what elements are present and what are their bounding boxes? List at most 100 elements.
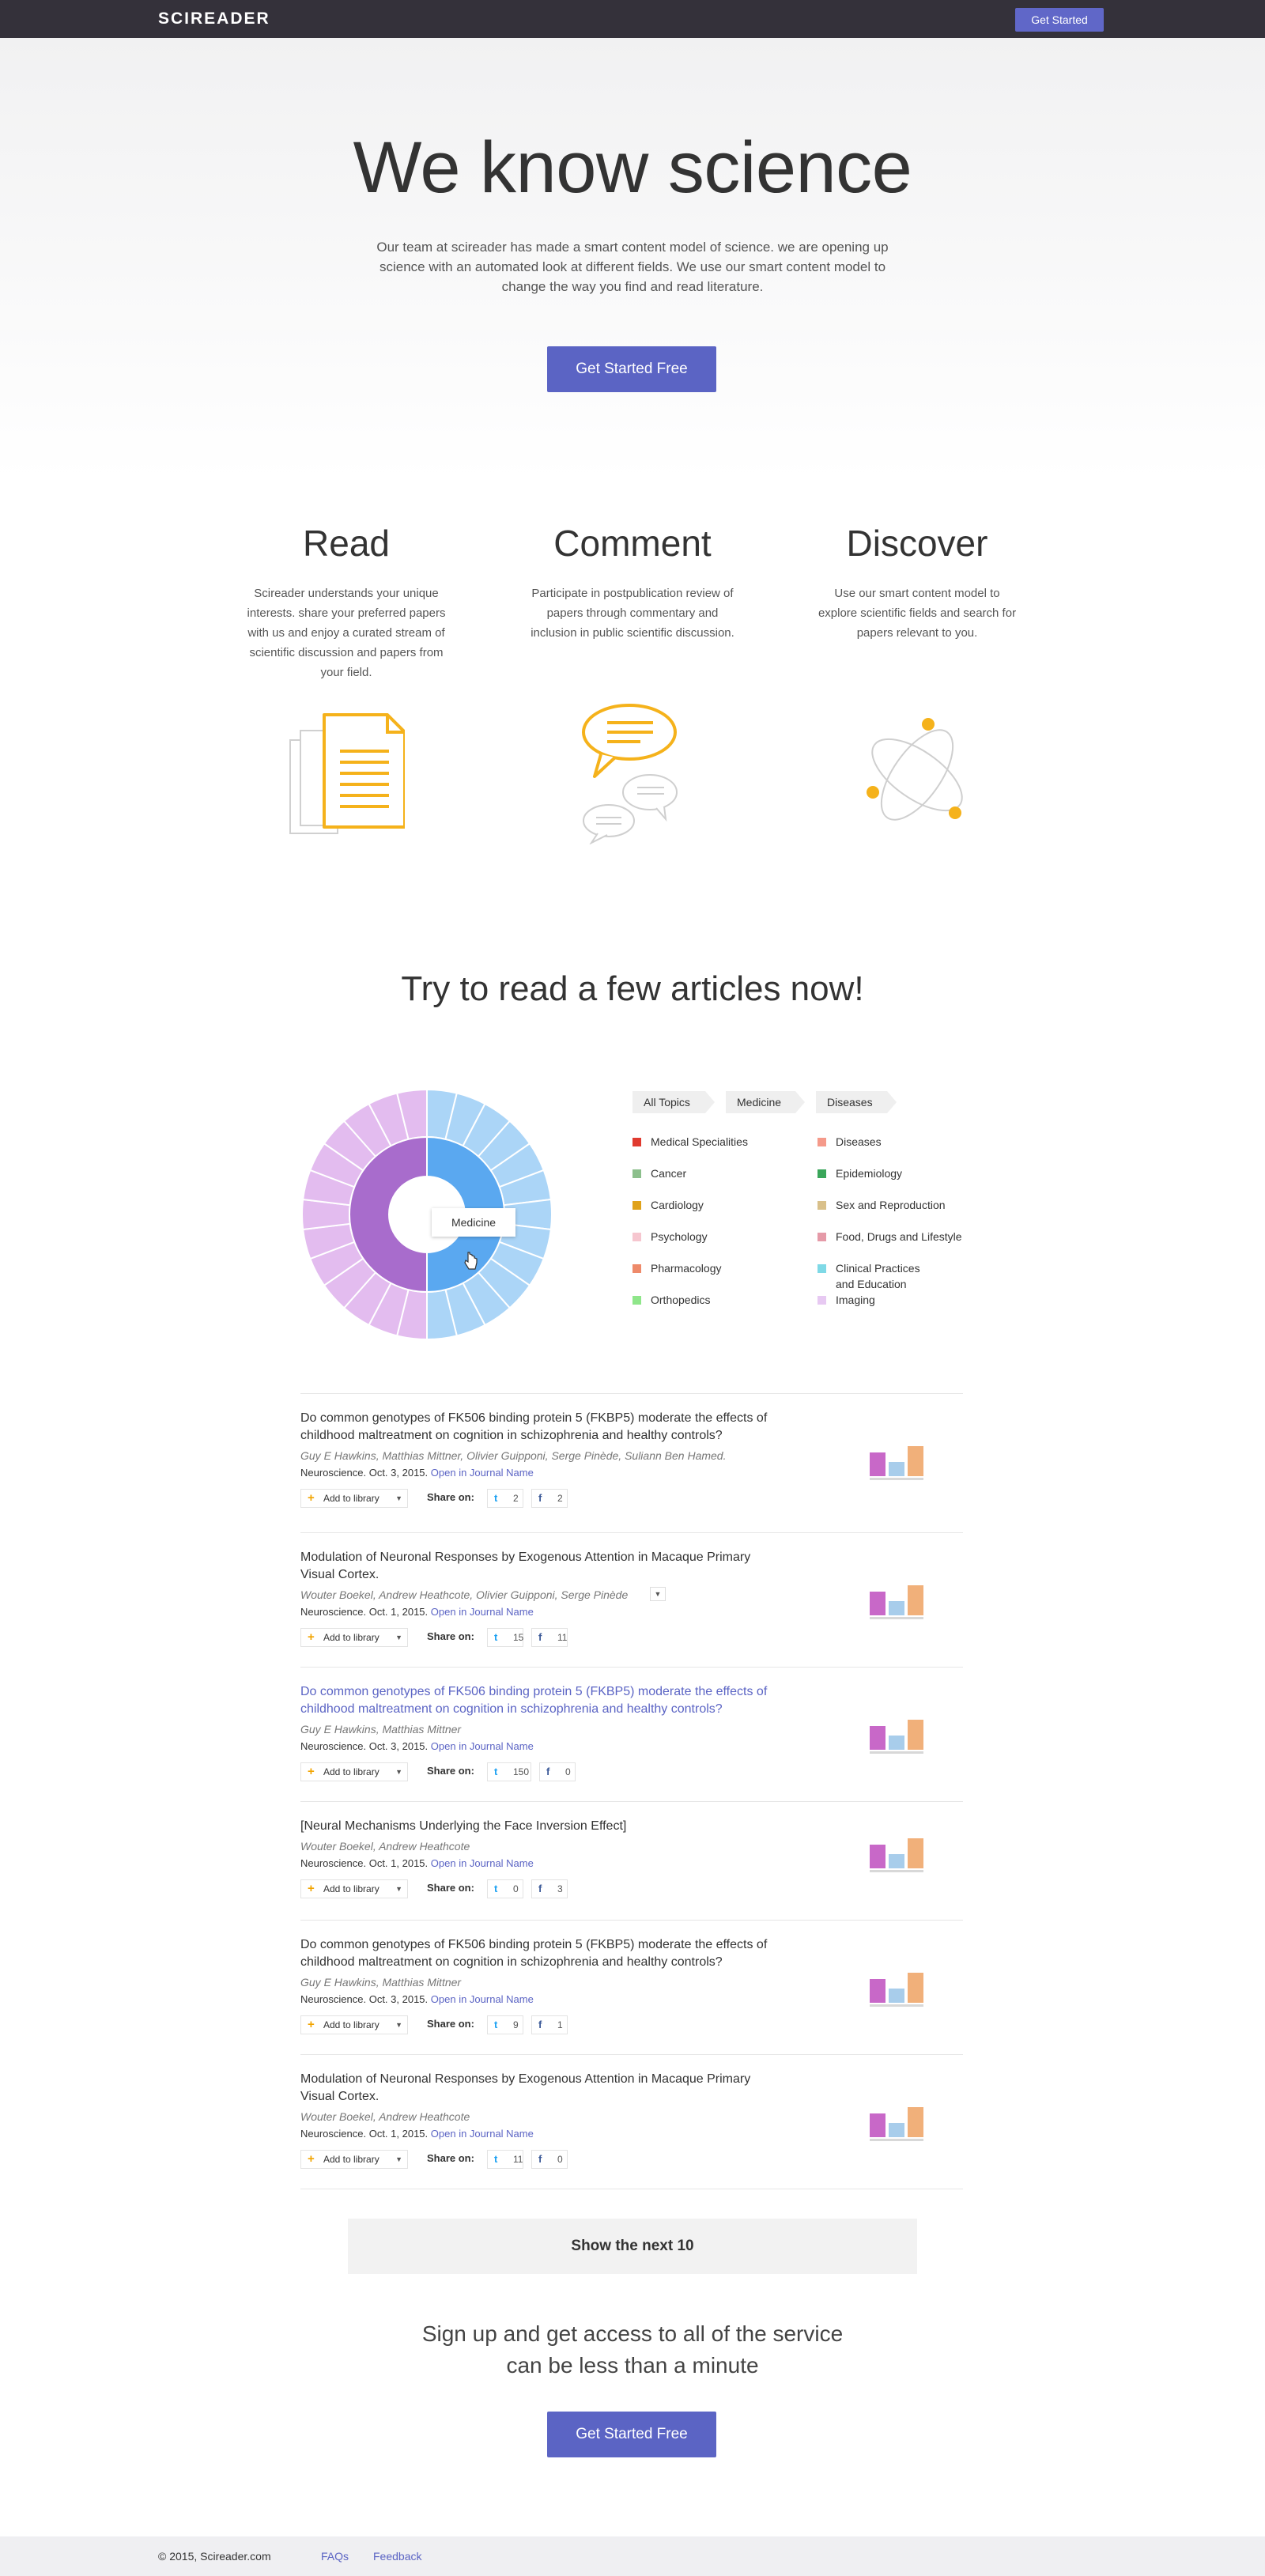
plus-icon: + bbox=[308, 1882, 315, 1895]
caret-down-icon: ▼ bbox=[395, 2155, 402, 2163]
footer: © 2015, Scireader.com FAQs Feedback bbox=[0, 2536, 1265, 2576]
legend-label: Clinical Practices and Education bbox=[836, 1262, 920, 1290]
breadcrumb-diseases[interactable]: Diseases bbox=[816, 1091, 897, 1113]
article-title[interactable]: Do common genotypes of FK506 binding pro… bbox=[300, 1683, 775, 1718]
get-started-button[interactable]: Get Started bbox=[1015, 8, 1104, 32]
legend-swatch bbox=[818, 1233, 826, 1241]
twitter-count: 2 bbox=[513, 1493, 519, 1504]
article-title[interactable]: Modulation of Neuronal Responses by Exog… bbox=[300, 1549, 775, 1584]
signup-get-started-button[interactable]: Get Started Free bbox=[547, 2412, 716, 2457]
twitter-share-button[interactable]: t 150 bbox=[487, 1762, 531, 1781]
article-actions: + Add to library ▼ Share on: t 150 f 0 bbox=[300, 1762, 632, 1781]
article-topic-chart-icon bbox=[870, 1720, 923, 1754]
article-date: Neuroscience. Oct. 3, 2015. bbox=[300, 1467, 429, 1479]
hand-cursor-icon bbox=[464, 1252, 478, 1270]
add-to-library-button[interactable]: + Add to library ▼ bbox=[300, 1628, 408, 1647]
legend-swatch bbox=[632, 1169, 641, 1178]
journal-link[interactable]: Open in Journal Name bbox=[431, 1606, 534, 1618]
add-to-library-label: Add to library bbox=[323, 1493, 380, 1504]
more-authors-dropdown[interactable]: ▼ bbox=[650, 1587, 666, 1601]
facebook-share-button[interactable]: f 11 bbox=[531, 1628, 568, 1647]
twitter-count: 150 bbox=[513, 1766, 530, 1777]
breadcrumb-all-topics[interactable]: All Topics bbox=[632, 1091, 715, 1113]
footer-link-faqs[interactable]: FAQs bbox=[321, 2536, 349, 2576]
twitter-share-button[interactable]: t 15 bbox=[487, 1628, 523, 1647]
logo[interactable]: SCIREADER bbox=[158, 9, 270, 28]
add-to-library-button[interactable]: + Add to library ▼ bbox=[300, 1879, 408, 1898]
facebook-icon: f bbox=[538, 2153, 542, 2165]
journal-link[interactable]: Open in Journal Name bbox=[431, 1993, 534, 2005]
legend-label: Cardiology bbox=[651, 1199, 704, 1211]
plus-icon: + bbox=[308, 2018, 315, 2031]
twitter-icon: t bbox=[494, 2153, 498, 2165]
add-to-library-label: Add to library bbox=[323, 1632, 380, 1643]
facebook-share-button[interactable]: f0 bbox=[531, 2150, 568, 2169]
article-title[interactable]: Do common genotypes of FK506 binding pro… bbox=[300, 1936, 775, 1971]
journal-link[interactable]: Open in Journal Name bbox=[431, 1467, 534, 1479]
article-authors: Wouter Boekel, Andrew Heathcote bbox=[300, 1840, 470, 1853]
twitter-share-button[interactable]: t9 bbox=[487, 2015, 523, 2034]
twitter-icon: t bbox=[494, 1883, 498, 1894]
twitter-count: 11 bbox=[513, 2154, 523, 2165]
twitter-icon: t bbox=[494, 1492, 498, 1504]
legend-swatch bbox=[818, 1296, 826, 1305]
add-to-library-button[interactable]: + Add to library ▼ bbox=[300, 2015, 408, 2034]
twitter-count: 15 bbox=[513, 1632, 524, 1643]
feature-comment: Comment Participate in postpublication r… bbox=[530, 522, 735, 643]
article-date: Neuroscience. Oct. 1, 2015. bbox=[300, 2128, 429, 2140]
article-item: [Neural Mechanisms Underlying the Face I… bbox=[300, 1801, 963, 1920]
feature-text: Participate in postpublication review of… bbox=[531, 587, 734, 640]
legend-label: Orthopedics bbox=[651, 1294, 711, 1306]
show-next-button[interactable]: Show the next 10 bbox=[348, 2219, 917, 2274]
twitter-icon: t bbox=[494, 1631, 498, 1643]
article-title[interactable]: Modulation of Neuronal Responses by Exog… bbox=[300, 2071, 775, 2106]
top-nav: SCIREADER Get Started bbox=[0, 0, 1265, 38]
facebook-count: 11 bbox=[557, 1632, 568, 1643]
twitter-share-button[interactable]: t 11 bbox=[487, 2150, 523, 2169]
plus-icon: + bbox=[308, 1765, 315, 1778]
article-title[interactable]: Do common genotypes of FK506 binding pro… bbox=[300, 1410, 775, 1445]
facebook-count: 3 bbox=[557, 1883, 563, 1894]
breadcrumb-medicine[interactable]: Medicine bbox=[726, 1091, 805, 1113]
topic-sunburst-chart[interactable] bbox=[300, 1088, 553, 1341]
journal-link[interactable]: Open in Journal Name bbox=[431, 1857, 534, 1869]
share-label: Share on: bbox=[427, 1765, 474, 1777]
article-date: Neuroscience. Oct. 1, 2015. bbox=[300, 1857, 429, 1869]
journal-link[interactable]: Open in Journal Name bbox=[431, 2128, 534, 2140]
facebook-share-button[interactable]: f1 bbox=[531, 2015, 568, 2034]
footer-link-feedback[interactable]: Feedback bbox=[373, 2536, 421, 2576]
share-label: Share on: bbox=[427, 1630, 474, 1642]
twitter-share-button[interactable]: t0 bbox=[487, 1879, 523, 1898]
article-actions: + Add to library ▼ Share on: t 15 f 11 bbox=[300, 1628, 632, 1647]
article-title[interactable]: [Neural Mechanisms Underlying the Face I… bbox=[300, 1818, 775, 1835]
article-meta: Neuroscience. Oct. 3, 2015. Open in Jour… bbox=[300, 1993, 534, 2005]
article-date: Neuroscience. Oct. 1, 2015. bbox=[300, 1606, 429, 1618]
legend-label: Psychology bbox=[651, 1230, 708, 1243]
add-to-library-button[interactable]: + Add to library ▼ bbox=[300, 1762, 408, 1781]
articles-section-title: Try to read a few articles now! bbox=[401, 969, 864, 1008]
facebook-share-button[interactable]: f2 bbox=[531, 1489, 568, 1508]
article-meta: Neuroscience. Oct. 1, 2015. Open in Jour… bbox=[300, 1606, 534, 1618]
caret-down-icon: ▼ bbox=[395, 1634, 402, 1641]
feature-text: Use our smart content model to explore s… bbox=[818, 587, 1017, 640]
facebook-share-button[interactable]: f0 bbox=[539, 1762, 576, 1781]
caret-down-icon: ▼ bbox=[395, 2021, 402, 2029]
add-to-library-button[interactable]: + Add to library ▼ bbox=[300, 1489, 408, 1508]
chart-tooltip: Medicine bbox=[432, 1208, 515, 1237]
feature-title: Read bbox=[303, 523, 390, 564]
share-label: Share on: bbox=[427, 1882, 474, 1894]
add-to-library-label: Add to library bbox=[323, 2154, 380, 2165]
article-actions: + Add to library ▼ Share on: t 2 f 2 bbox=[300, 1489, 632, 1508]
share-label: Share on: bbox=[427, 2018, 474, 2030]
share-label: Share on: bbox=[427, 2152, 474, 2164]
documents-icon bbox=[289, 713, 405, 834]
facebook-share-button[interactable]: f3 bbox=[531, 1879, 568, 1898]
article-meta: Neuroscience. Oct. 1, 2015. Open in Jour… bbox=[300, 1857, 534, 1869]
article-actions: + Add to library ▼ Share on: t 9 f 1 bbox=[300, 2015, 632, 2034]
twitter-share-button[interactable]: t2 bbox=[487, 1489, 523, 1508]
add-to-library-button[interactable]: + Add to library ▼ bbox=[300, 2150, 408, 2169]
get-started-free-button[interactable]: Get Started Free bbox=[547, 346, 716, 392]
article-date: Neuroscience. Oct. 3, 2015. bbox=[300, 1993, 429, 2005]
article-actions: + Add to library ▼ Share on: t 0 f 3 bbox=[300, 1879, 632, 1898]
journal-link[interactable]: Open in Journal Name bbox=[431, 1740, 534, 1752]
